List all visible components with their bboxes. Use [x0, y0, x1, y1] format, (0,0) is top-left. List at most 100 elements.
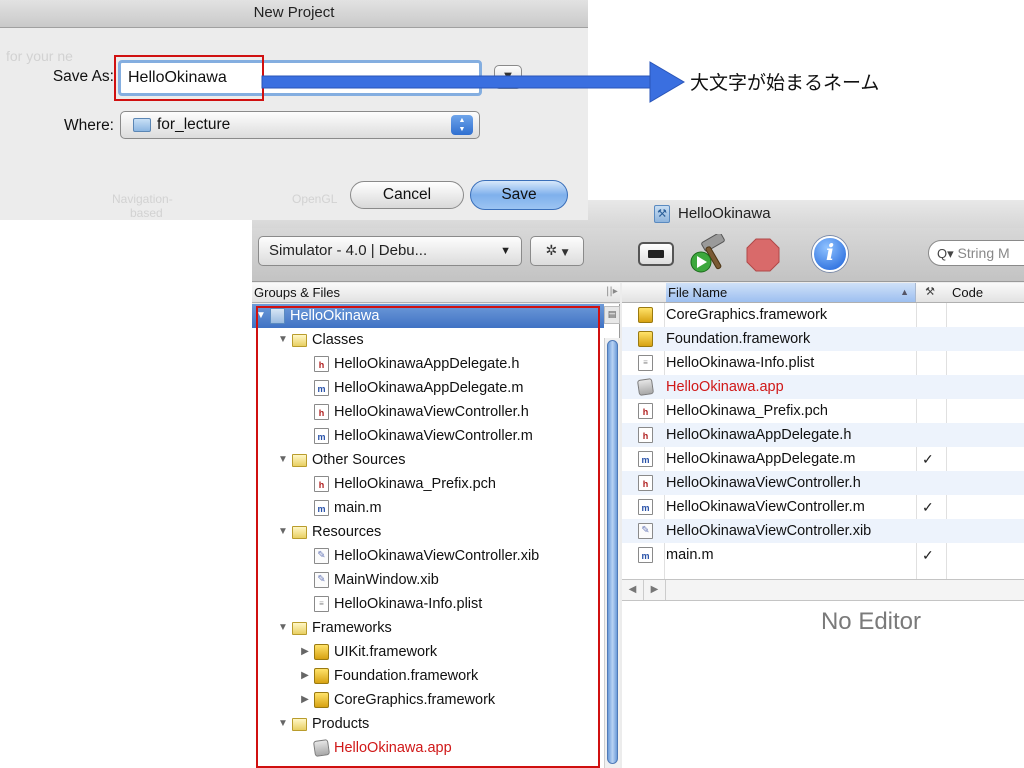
file-list-row[interactable]: h HelloOkinawa_Prefix.pch: [622, 399, 1024, 423]
plist-file-icon: ≡: [314, 596, 329, 612]
popup-up-down-icon: ▲ ▼: [451, 115, 473, 135]
tree-row[interactable]: ✎ HelloOkinawaViewController.xib: [252, 544, 604, 568]
pane-toggle-icon[interactable]: ▤: [604, 306, 620, 324]
tree-row-label: Resources: [312, 524, 382, 540]
file-list-header: File Name ▲ ⚒ Code: [622, 283, 1024, 303]
where-location-popup[interactable]: for_lecture ▲ ▼: [120, 111, 480, 139]
pane-resize-icon[interactable]: ||▸: [606, 286, 618, 297]
active-scheme-label: Simulator - 4.0 | Debu...: [269, 242, 428, 259]
file-list-row[interactable]: m HelloOkinawaAppDelegate.m ✓: [622, 447, 1024, 471]
disclosure-expanded-icon[interactable]: ▼: [278, 520, 288, 544]
tree-row[interactable]: ▼ HelloOkinawa: [252, 304, 604, 328]
toolbar: Simulator - 4.0 | Debu... ▼ ✲ ▼ i Q▾ Str…: [252, 228, 1024, 282]
header-file-icon: h: [314, 404, 329, 420]
tree-row[interactable]: ▶ CoreGraphics.framework: [252, 688, 604, 712]
tree-row-label: HelloOkinawa: [290, 308, 380, 324]
build-options-button[interactable]: [638, 242, 674, 266]
stop-button[interactable]: [746, 238, 780, 272]
tree-row[interactable]: h HelloOkinawaViewController.h: [252, 400, 604, 424]
tree-row[interactable]: m HelloOkinawaViewController.m: [252, 424, 604, 448]
tree-row[interactable]: h HelloOkinawaAppDelegate.h: [252, 352, 604, 376]
tree-row-label: Products: [312, 716, 370, 732]
tree-row-label: HelloOkinawa_Prefix.pch: [334, 476, 496, 492]
disclosure-collapsed-icon[interactable]: ▶: [300, 688, 310, 712]
project-icon: [270, 308, 285, 324]
source-file-icon: m: [314, 500, 329, 516]
xcode-project-window: ⚒ HelloOkinawa Simulator - 4.0 | Debu...…: [252, 200, 1024, 768]
file-name-cell: HelloOkinawaAppDelegate.h: [666, 427, 852, 443]
tree-row[interactable]: ▶ UIKit.framework: [252, 640, 604, 664]
tree-row[interactable]: ▼ Classes: [252, 328, 604, 352]
disclosure-expanded-icon[interactable]: ▼: [278, 448, 288, 472]
build-checkmark-icon[interactable]: ✓: [922, 543, 934, 567]
active-scheme-popup[interactable]: Simulator - 4.0 | Debu... ▼: [258, 236, 522, 266]
file-name-cell: HelloOkinawa_Prefix.pch: [666, 403, 828, 419]
build-checkmark-icon[interactable]: ✓: [922, 447, 934, 471]
tree-row-label: UIKit.framework: [334, 644, 438, 660]
tree-row[interactable]: ✎ MainWindow.xib: [252, 568, 604, 592]
scroll-left-icon[interactable]: ◀: [622, 580, 644, 600]
tree-row-label: CoreGraphics.framework: [334, 692, 496, 708]
project-icon: ⚒: [654, 205, 670, 223]
ghost-text: Navigation-: [112, 192, 173, 206]
tree-row[interactable]: HelloOkinawa.app: [252, 736, 604, 760]
app-icon: [312, 739, 331, 757]
save-button[interactable]: Save: [470, 180, 568, 210]
file-list-row[interactable]: Foundation.framework: [622, 327, 1024, 351]
file-list-row[interactable]: m main.m ✓: [622, 543, 1024, 567]
tree-row[interactable]: ▼ Other Sources: [252, 448, 604, 472]
tree-row[interactable]: ≡ HelloOkinawa-Info.plist: [252, 592, 604, 616]
file-list-horizontal-scrollbar[interactable]: ◀ ▶: [622, 579, 1024, 601]
dialog-title-bar[interactable]: New Project: [0, 0, 588, 28]
code-column-header[interactable]: Code: [952, 283, 983, 302]
build-and-go-button[interactable]: [684, 234, 734, 274]
where-label: Where:: [64, 117, 114, 134]
save-as-label: Save As:: [52, 68, 114, 85]
framework-icon: [314, 668, 329, 684]
disclosure-expanded-icon[interactable]: ▼: [278, 712, 288, 736]
tree-row-label: HelloOkinawaAppDelegate.h: [334, 356, 520, 372]
file-name-cell: HelloOkinawaAppDelegate.m: [666, 451, 856, 467]
tree-row[interactable]: ▶ Foundation.framework: [252, 664, 604, 688]
build-checkmark-icon[interactable]: ✓: [922, 495, 934, 519]
framework-icon: [314, 692, 329, 708]
disclosure-expanded-icon[interactable]: ▼: [256, 304, 266, 328]
tree-row[interactable]: m main.m: [252, 496, 604, 520]
tree-row[interactable]: ▼ Products: [252, 712, 604, 736]
action-menu-button[interactable]: ✲ ▼: [530, 236, 584, 266]
disclosure-collapsed-icon[interactable]: ▶: [300, 664, 310, 688]
file-list-row[interactable]: ≡ HelloOkinawa-Info.plist: [622, 351, 1024, 375]
framework-icon: [638, 331, 653, 347]
file-name-column-header[interactable]: File Name ▲: [666, 283, 916, 302]
search-icon: Q▾: [937, 246, 954, 261]
file-list-row[interactable]: ✎ HelloOkinawaViewController.xib: [622, 519, 1024, 543]
disclosure-collapsed-icon[interactable]: ▶: [300, 640, 310, 664]
plist-file-icon: ≡: [638, 355, 653, 371]
tree-row-label: HelloOkinawa.app: [334, 740, 452, 756]
file-list-row[interactable]: CoreGraphics.framework: [622, 303, 1024, 327]
expand-disclosure-button[interactable]: ▼: [494, 65, 522, 89]
file-list-row[interactable]: h HelloOkinawaAppDelegate.h: [622, 423, 1024, 447]
new-project-dialog: for your ne Navigation- based OpenGL App…: [0, 0, 588, 220]
source-file-icon: m: [314, 428, 329, 444]
tree-row[interactable]: ▼ Frameworks: [252, 616, 604, 640]
dialog-title: New Project: [253, 4, 335, 21]
tree-row[interactable]: ▼ Resources: [252, 520, 604, 544]
cancel-button[interactable]: Cancel: [350, 181, 464, 209]
tree-row-label: HelloOkinawaViewController.m: [334, 428, 533, 444]
tree-row[interactable]: h HelloOkinawa_Prefix.pch: [252, 472, 604, 496]
info-button[interactable]: i: [812, 236, 848, 272]
build-column-icon[interactable]: ⚒: [918, 283, 942, 302]
tree-row-label: HelloOkinawa-Info.plist: [334, 596, 483, 612]
disclosure-expanded-icon[interactable]: ▼: [278, 328, 288, 352]
file-list-row[interactable]: HelloOkinawa.app: [622, 375, 1024, 399]
play-badge-icon: [690, 251, 712, 273]
disclosure-expanded-icon[interactable]: ▼: [278, 616, 288, 640]
file-list-row[interactable]: m HelloOkinawaViewController.m ✓: [622, 495, 1024, 519]
groups-scrollbar-thumb[interactable]: [607, 340, 618, 764]
scroll-right-icon[interactable]: ▶: [644, 580, 666, 600]
search-field[interactable]: Q▾ String M: [928, 240, 1024, 266]
no-editor-message: No Editor: [622, 603, 1024, 768]
tree-row[interactable]: m HelloOkinawaAppDelegate.m: [252, 376, 604, 400]
file-list-row[interactable]: h HelloOkinawaViewController.h: [622, 471, 1024, 495]
